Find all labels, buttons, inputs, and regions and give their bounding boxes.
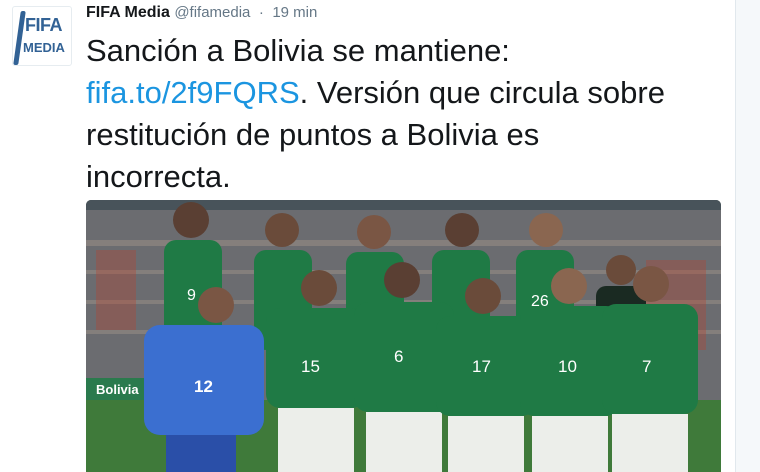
header-separator: · — [258, 4, 264, 21]
jersey-number: 7 — [642, 357, 651, 376]
tweet-header: FIFA Media @fifamedia · 19 min — [86, 4, 317, 26]
tweet-line-2-rest: . Versión que circula sobre — [299, 75, 665, 110]
tweet-media-photo[interactable]: Bolivia 9 26 12 15 6 17 10 7 — [86, 200, 721, 472]
pitch-banner-text: Bolivia — [96, 382, 139, 397]
tweet-text: Sanción a Bolivia se mantiene: fifa.to/2… — [86, 30, 726, 198]
jersey-number: 10 — [558, 357, 577, 376]
scrollbar[interactable] — [744, 0, 760, 472]
jersey-number: 9 — [187, 287, 196, 304]
fifa-logo-icon — [13, 11, 26, 65]
tweet-line-4: incorrecta. — [86, 159, 231, 194]
avatar[interactable]: FIFA MEDIA — [12, 6, 72, 66]
author-name[interactable]: FIFA Media — [86, 4, 170, 21]
jersey-number: 12 — [194, 377, 213, 396]
jersey-number: 17 — [472, 357, 491, 376]
tweet-line-2: fifa.to/2f9FQRS. Versión que circula sob… — [86, 72, 726, 114]
jersey-number: 6 — [394, 347, 403, 366]
tweet-card[interactable]: FIFA MEDIA FIFA Media @fifamedia · 19 mi… — [0, 0, 736, 472]
team-photo-image: Bolivia 9 26 12 15 6 17 10 7 — [86, 200, 721, 472]
logo-subword: MEDIA — [23, 40, 65, 55]
tweet-line-1: Sanción a Bolivia se mantiene: — [86, 33, 510, 68]
tweet-link[interactable]: fifa.to/2f9FQRS — [86, 75, 300, 110]
logo-word: FIFA — [25, 15, 63, 35]
tweet-timestamp[interactable]: 19 min — [272, 4, 317, 21]
tweet-line-3: restitución de puntos a Bolivia es — [86, 117, 540, 152]
author-handle[interactable]: @fifamedia — [174, 4, 250, 21]
jersey-number: 15 — [301, 357, 320, 376]
